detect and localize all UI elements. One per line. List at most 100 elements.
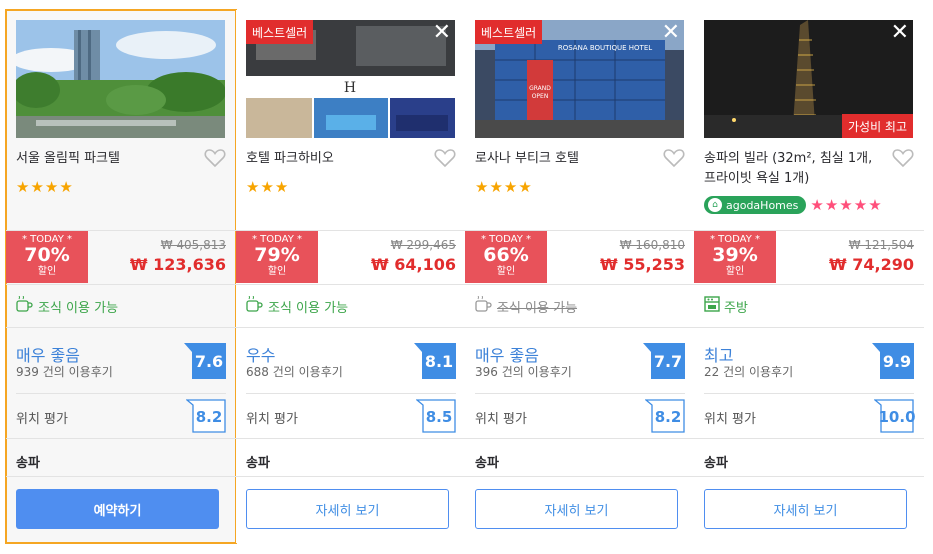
review-count[interactable]: 688 건의 이용후기 [246,363,343,380]
divider [236,476,466,477]
original-price: ₩ 121,504 [848,238,914,252]
hotel-photo[interactable]: GRAND OPEN ROSANA BOUTIQUE HOTEL 베스트셀러 ✕ [475,20,684,138]
view-details-button[interactable]: 자세히 보기 [704,489,907,529]
review-score: 9.9 [872,343,914,379]
divider [465,284,695,285]
divider [6,476,236,477]
review-count[interactable]: 22 건의 이용후기 [704,363,793,380]
star-rating: ★★★★★ [810,196,883,214]
divider [236,438,466,439]
discount-label: 할인 [496,266,516,277]
discounted-price: ₩ 74,290 [829,255,914,274]
review-score: 7.6 [184,343,226,379]
view-details-button[interactable]: 자세히 보기 [246,489,449,529]
divider [704,393,914,394]
discount-badge: * TODAY * 79% 할인 [236,231,318,283]
divider [475,393,685,394]
review-score: 7.7 [643,343,685,379]
hotel-name[interactable]: 서울 올림픽 파크텔 [16,149,196,169]
host-badge-row: ⌂ agodaHomes ★★★★★ [704,196,883,214]
hotel-card[interactable]: H 베스트셀러 ✕ 호텔 파크하비오 ★★★ * TODAY * 79% 할인 … [236,10,467,543]
hotel-name[interactable]: 송파의 빌라 (32m², 침실 1개, 프라이빗 욕실 1개) [704,149,884,189]
close-icon[interactable]: ✕ [433,22,451,44]
amenity-label: 조식 이용 가능 [268,300,349,316]
amenity-unavailable: 조식 이용 가능 [475,295,578,316]
divider [694,284,924,285]
amenity-label: 조식 이용 가능 [38,300,119,316]
location-score: 8.5 [416,399,456,433]
divider [6,438,236,439]
divider [16,393,226,394]
coffee-cup-icon [16,295,34,316]
svg-text:OPEN: OPEN [532,93,549,100]
divider [236,327,466,328]
discount-percent: 39% [712,244,758,266]
review-count[interactable]: 939 건의 이용후기 [16,363,113,380]
hotel-card[interactable]: GRAND OPEN ROSANA BOUTIQUE HOTEL 베스트셀러 ✕… [465,10,696,543]
svg-text:GRAND: GRAND [529,85,551,92]
discount-label: 할인 [725,266,745,277]
amenity: 조식 이용 가능 [246,295,349,316]
hotel-name[interactable]: 호텔 파크하비오 [246,149,426,169]
divider [236,284,466,285]
location-score: 10.0 [874,399,916,433]
heart-icon[interactable] [204,148,226,172]
divider [465,476,695,477]
divider [694,476,924,477]
coffee-cup-icon [246,295,264,316]
hotel-photo[interactable]: H 베스트셀러 ✕ [246,20,455,138]
divider [694,327,924,328]
house-icon: ⌂ [708,198,722,212]
hotel-card[interactable]: 서울 올림픽 파크텔 ★★★★ * TODAY * 70% 할인 ₩ 405,8… [5,9,237,544]
star-rating: ★★★ [246,178,290,196]
hotel-photo[interactable]: 가성비 최고 ✕ [704,20,913,138]
divider [6,327,236,328]
discount-percent: 66% [483,244,529,266]
heart-icon[interactable] [892,148,914,172]
original-price: ₩ 160,810 [619,238,685,252]
location-label: 위치 평가 [704,412,756,427]
coffee-cup-icon [475,295,493,316]
amenity: 주방 [704,296,748,316]
discounted-price: ₩ 64,106 [371,255,456,274]
bestseller-badge: 베스트셀러 [475,20,543,44]
review-score: 8.1 [414,343,456,379]
bestseller-badge: 베스트셀러 [246,20,314,44]
divider [694,438,924,439]
location-label: 위치 평가 [246,412,298,427]
hotel-card-row: 서울 올림픽 파크텔 ★★★★ * TODAY * 70% 할인 ₩ 405,8… [0,0,933,554]
area-label: 송파 [475,456,499,471]
location-label: 위치 평가 [475,412,527,427]
view-details-button[interactable]: 자세히 보기 [475,489,678,529]
discounted-price: ₩ 123,636 [129,255,226,274]
heart-icon[interactable] [434,148,456,172]
area-label: 송파 [246,456,270,471]
heart-icon[interactable] [663,148,685,172]
book-button[interactable]: 예약하기 [16,489,219,529]
divider [465,327,695,328]
hotel-card[interactable]: 가성비 최고 ✕ 송파의 빌라 (32m², 침실 1개, 프라이빗 욕실 1개… [694,10,924,543]
agoda-homes-badge: ⌂ agodaHomes [704,196,807,214]
hotel-name[interactable]: 로사나 부티크 호텔 [475,149,655,169]
discount-percent: 70% [24,244,70,266]
star-rating: ★★★★ [16,178,74,196]
svg-text:H: H [344,80,356,96]
best-value-badge: 가성비 최고 [841,114,913,138]
amenity: 조식 이용 가능 [16,295,119,316]
amenity-label: 조식 이용 가능 [497,300,578,316]
review-count[interactable]: 396 건의 이용후기 [475,363,572,380]
discount-percent: 79% [254,244,300,266]
discount-badge: * TODAY * 70% 할인 [6,231,88,283]
location-score: 8.2 [186,399,226,433]
location-score: 8.2 [645,399,685,433]
discount-label: 할인 [267,266,287,277]
original-price: ₩ 405,813 [160,238,226,252]
divider [6,284,236,285]
area-label: 송파 [704,456,728,471]
divider [465,438,695,439]
close-icon[interactable]: ✕ [891,22,909,44]
close-icon[interactable]: ✕ [662,22,680,44]
discount-badge: * TODAY * 39% 할인 [694,231,776,283]
hotel-photo[interactable] [16,20,225,138]
star-rating: ★★★★ [475,178,533,196]
